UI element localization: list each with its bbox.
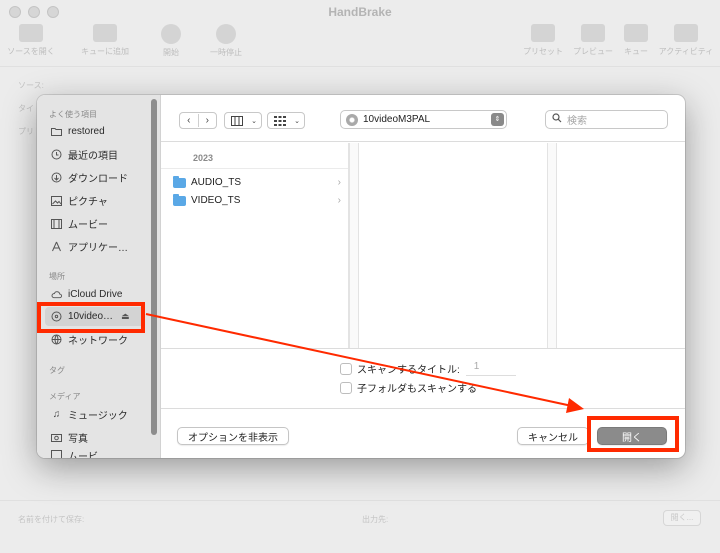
globe-icon [51,334,62,345]
presets-button[interactable]: プリセット [522,24,564,57]
dialog-content: ‹ › ⌄ ⌄ 10videoM3PAL ⇕ 検索 2023 AUDIO_TS … [161,95,685,458]
presets-icon [531,24,555,42]
sidebar-item-photos[interactable]: 写真 [45,428,145,447]
tags-header: タグ [49,366,65,375]
disc-icon [346,113,358,126]
start-button[interactable]: 開始 [154,24,188,58]
camera-icon [51,432,62,443]
window-titlebar: HandBrake [0,0,720,24]
locations-header: 場所 [49,272,65,281]
clock-icon [51,149,62,160]
columns-view-icon [225,113,249,128]
activity-button[interactable]: アクティビティ [658,24,714,57]
chevron-right-icon: › [337,177,341,188]
dialog-sidebar: よく使う項目 restored 最近の項目 ダウンロード ピクチャ ムービー ア… [37,95,161,458]
bottom-divider [0,500,720,501]
music-icon: ♫ [52,409,61,420]
dialog-toolbar: ‹ › ⌄ ⌄ 10videoM3PAL ⇕ 検索 [161,95,685,142]
chevron-down-icon: ⌄ [251,117,257,125]
list-item-video-ts[interactable]: VIDEO_TS › [173,192,341,209]
sidebar-scrollbar[interactable] [151,99,157,435]
column-divider[interactable] [547,143,557,348]
group-by-button[interactable]: ⌄ [267,112,305,129]
download-icon [51,172,62,183]
favorites-header: よく使う項目 [49,110,97,119]
source-label: ソース: [18,81,44,90]
pause-button[interactable]: 一時停止 [206,24,246,58]
view-mode-button[interactable]: ⌄ [224,112,262,129]
play-icon [161,24,181,44]
sidebar-item-movies-media[interactable]: ムービ [45,450,145,458]
scan-subfolders-row: 子フォルダもスキャンする [340,380,477,395]
list-item-audio-ts[interactable]: AUDIO_TS › [173,174,341,191]
scan-titles-field[interactable]: 1 [465,361,516,376]
hide-options-button[interactable]: オプションを非表示 [177,427,289,445]
preview-button[interactable]: プレビュー [572,24,614,57]
grid-icon [268,113,292,128]
chevron-right-icon: › [337,195,341,206]
toolbar-divider [0,66,720,67]
title-label: タイ [18,104,34,113]
sidebar-item-recents[interactable]: 最近の項目 [45,145,145,164]
pause-icon [216,24,236,44]
sidebar-item-movies[interactable]: ムービー [45,214,145,233]
group-header: 2023 [193,153,214,163]
scan-titles-row: スキャンするタイトル: 1 [340,361,516,376]
preview-icon [581,24,605,42]
media-header: メディア [49,392,81,401]
sidebar-item-restored[interactable]: restored [45,122,145,141]
add-to-queue-button[interactable]: キューに追加 [74,24,136,57]
chevron-right-icon: › [205,115,209,126]
activity-icon [674,24,698,42]
up-down-arrows-icon: ⇕ [491,113,504,126]
sidebar-item-applications[interactable]: アプリケー… [45,237,145,256]
highlight-box-volume [37,302,145,333]
queue-icon [624,24,648,42]
column-divider[interactable] [349,143,359,348]
cancel-button[interactable]: キャンセル [517,427,589,445]
search-field[interactable]: 検索 [545,110,668,129]
applications-icon [51,241,62,252]
back-button[interactable]: ‹ [180,113,198,128]
open-options: スキャンするタイトル: 1 子フォルダもスキャンする [161,348,685,408]
main-toolbar: ソースを開く キューに追加 開始 一時停止 プリセット プレビュー キュー アク… [0,24,720,66]
save-as-label: 名前を付けて保存: [18,515,85,524]
folder-icon [51,126,62,137]
open-source-dialog: よく使う項目 restored 最近の項目 ダウンロード ピクチャ ムービー ア… [37,95,685,458]
add-queue-icon [93,24,117,42]
cloud-icon [51,289,62,300]
sidebar-item-pictures[interactable]: ピクチャ [45,191,145,210]
back-forward-control: ‹ › [179,112,217,129]
forward-button[interactable]: › [198,113,216,128]
queue-button[interactable]: キュー [622,24,650,57]
sidebar-item-downloads[interactable]: ダウンロード [45,168,145,187]
sidebar-item-music[interactable]: ♫ ミュージック [45,405,145,424]
chevron-left-icon: ‹ [187,115,191,126]
location-popup[interactable]: 10videoM3PAL ⇕ [340,110,507,129]
file-column: 2023 AUDIO_TS › VIDEO_TS › [161,143,349,348]
chevron-down-icon: ⌄ [294,117,300,125]
folder-icon [173,175,186,188]
movie-icon [51,218,62,229]
film-clapper-icon [19,24,43,42]
preset-label: プリ [18,127,34,136]
open-source-button[interactable]: ソースを開く [6,24,56,57]
pictures-icon [51,195,62,206]
search-icon [552,113,562,126]
highlight-box-open [587,416,679,452]
browse-button[interactable]: 閲く... [663,510,701,526]
scan-subfolders-checkbox[interactable] [340,381,352,394]
window-title: HandBrake [328,5,392,19]
movie-icon [51,450,62,458]
scan-titles-checkbox[interactable] [340,362,352,375]
destination-label: 出力先: [362,515,389,524]
folder-icon [173,193,186,206]
